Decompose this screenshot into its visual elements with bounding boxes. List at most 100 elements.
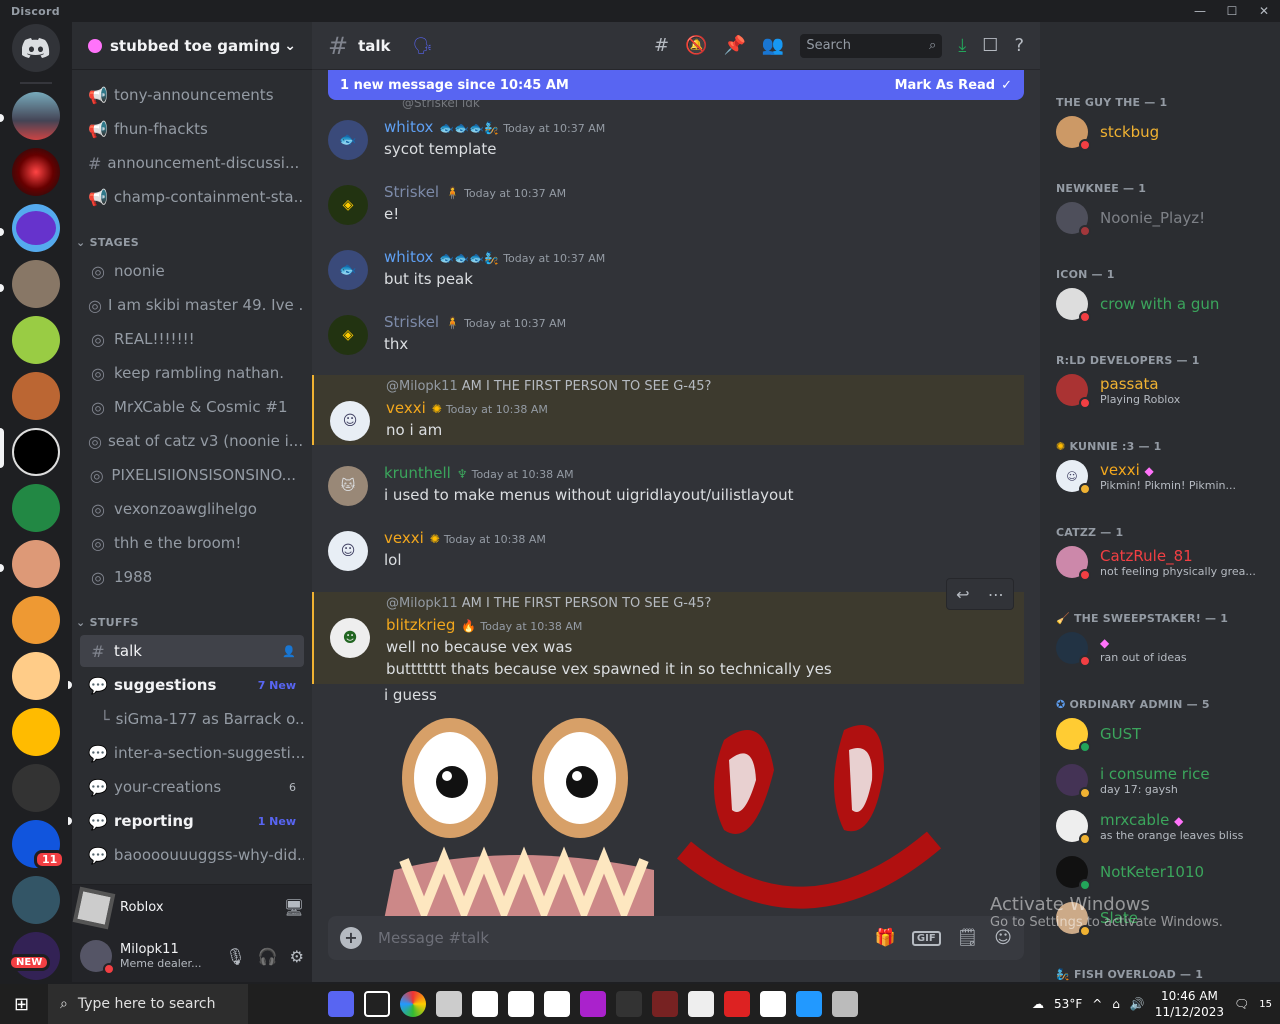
- member-item[interactable]: ◆ ran out of ideas: [1056, 626, 1272, 670]
- server-icon[interactable]: [12, 596, 60, 644]
- stage-channel[interactable]: ◎ REAL!!!!!!!: [80, 323, 304, 355]
- app-taskbar-icon[interactable]: [472, 991, 498, 1017]
- download-icon[interactable]: ⤓: [958, 35, 966, 56]
- reply-username[interactable]: @Milopk11: [386, 379, 458, 394]
- app-taskbar-icon[interactable]: [508, 991, 534, 1017]
- member-item[interactable]: GUST: [1056, 712, 1272, 756]
- forum-reporting[interactable]: 💬 reporting 1 New: [80, 805, 304, 837]
- member-item[interactable]: ☺ vexxi ◆ Pikmin! Pikmin! Pikmin...: [1056, 454, 1272, 498]
- stage-channel[interactable]: ◎ thh e the broom!: [80, 527, 304, 559]
- category-stuffs[interactable]: ⌄ STUFFS: [76, 616, 139, 629]
- app-taskbar-icon[interactable]: [364, 991, 390, 1017]
- member-item[interactable]: NotKeter1010: [1056, 850, 1272, 894]
- roblox-taskbar-icon[interactable]: [832, 991, 858, 1017]
- windows-start-icon[interactable]: ⊞: [14, 994, 29, 1015]
- member-item[interactable]: crow with a gun: [1056, 282, 1272, 326]
- notification-icon[interactable]: 🗨: [1234, 997, 1249, 1011]
- avatar[interactable]: ☺: [328, 531, 368, 571]
- server-icon[interactable]: [12, 316, 60, 364]
- member-item[interactable]: Noonie_Playz!: [1056, 196, 1272, 240]
- message-username[interactable]: vexxi: [386, 399, 426, 417]
- category-stages[interactable]: ⌄ STAGES: [76, 236, 139, 249]
- message-username[interactable]: krunthell: [384, 464, 451, 482]
- screen-share-icon[interactable]: 🖥: [284, 898, 304, 917]
- app-taskbar-icon[interactable]: [436, 991, 462, 1017]
- channel-champ-containment[interactable]: 📢 champ-containment-sta...: [80, 181, 304, 213]
- server-icon[interactable]: [12, 260, 60, 308]
- avatar[interactable]: 🐟: [328, 120, 368, 160]
- minimize-button[interactable]: —: [1184, 4, 1216, 18]
- avatar[interactable]: ◈: [328, 185, 368, 225]
- more-options-icon[interactable]: ⋯: [988, 585, 1004, 604]
- app-taskbar-icon[interactable]: [544, 991, 570, 1017]
- forum-your-creations[interactable]: 💬 your-creations 6: [80, 771, 304, 803]
- tray-chevron-icon[interactable]: ^: [1092, 997, 1102, 1011]
- message-username[interactable]: whitox: [384, 248, 433, 266]
- member-item[interactable]: i consume rice day 17: gaysh: [1056, 758, 1272, 802]
- stage-channel[interactable]: ◎ keep rambling nathan.: [80, 357, 304, 389]
- server-icon[interactable]: [12, 92, 60, 140]
- message-image[interactable]: [384, 710, 944, 920]
- gif-icon[interactable]: GIF: [911, 930, 941, 946]
- threads-icon[interactable]: #: [654, 35, 669, 56]
- new-messages-banner[interactable]: 1 new message since 10:45 AM Mark As Rea…: [328, 70, 1024, 100]
- channel-announcement-discussion[interactable]: # announcement-discussi...: [80, 147, 304, 179]
- stage-channel[interactable]: ◎ PIXELISIIONSISONSINO...: [80, 459, 304, 491]
- server-icon[interactable]: [12, 540, 60, 588]
- member-list-icon[interactable]: 👥: [762, 35, 784, 56]
- forum-baooouuuggss[interactable]: 💬 baoooouuuggss-why-did...: [80, 839, 304, 871]
- server-icon[interactable]: [12, 764, 60, 812]
- emoji-icon[interactable]: ☺: [994, 928, 1012, 948]
- notification-mute-icon[interactable]: 🔕: [685, 35, 707, 56]
- message-input[interactable]: Message #talk: [378, 929, 489, 947]
- mark-as-read-button[interactable]: Mark As Read: [895, 78, 996, 93]
- avatar[interactable]: ☺: [330, 401, 370, 441]
- channel-talk[interactable]: # talk 👤: [80, 635, 304, 667]
- forum-inter-a-section[interactable]: 💬 inter-a-section-suggesti...: [80, 737, 304, 769]
- member-item[interactable]: CatzRule_81 not feeling physically grea..…: [1056, 540, 1272, 584]
- activity-panel[interactable]: Roblox 🖥: [72, 884, 312, 930]
- sticker-icon[interactable]: 🗒: [957, 928, 979, 948]
- message-username[interactable]: Striskel: [384, 183, 439, 201]
- message-username[interactable]: Striskel: [384, 313, 439, 331]
- invite-icon[interactable]: 👤: [282, 645, 296, 658]
- message-username[interactable]: whitox: [384, 118, 433, 136]
- volume-icon[interactable]: 🔊: [1130, 997, 1145, 1011]
- avatar[interactable]: 🐟: [328, 250, 368, 290]
- server-icon[interactable]: [12, 148, 60, 196]
- pin-icon[interactable]: 📌: [723, 35, 745, 56]
- forum-suggestions[interactable]: 💬 suggestions 7 New: [80, 669, 304, 701]
- member-item[interactable]: mrxcable ◆ as the orange leaves bliss: [1056, 804, 1272, 848]
- reply-icon[interactable]: ↩: [956, 585, 969, 604]
- taskbar-search[interactable]: ⌕ Type here to search: [48, 984, 248, 1024]
- app-taskbar-icon[interactable]: [688, 991, 714, 1017]
- avatar[interactable]: ◈: [328, 315, 368, 355]
- headphones-icon[interactable]: 🎧: [258, 947, 278, 966]
- member-item[interactable]: stckbug: [1056, 110, 1272, 154]
- stage-channel[interactable]: ◎ I am skibi master 49. Ive ...: [80, 289, 304, 321]
- thread-item[interactable]: └ siGma-177 as Barrack o...: [80, 703, 304, 735]
- server-header[interactable]: stubbed toe gaming ⌄: [72, 22, 312, 70]
- search-input[interactable]: Search ⌕: [800, 33, 943, 58]
- chrome-taskbar-icon[interactable]: [400, 991, 426, 1017]
- app-taskbar-icon[interactable]: [652, 991, 678, 1017]
- inbox-icon[interactable]: ☐: [982, 35, 998, 56]
- server-icon[interactable]: [12, 652, 60, 700]
- server-icon-selected[interactable]: [12, 428, 60, 476]
- gift-icon[interactable]: 🎁: [875, 928, 896, 948]
- channel-fhun-fhackts[interactable]: 📢 fhun-fhackts: [80, 113, 304, 145]
- weather-icon[interactable]: ☁: [1032, 997, 1044, 1011]
- stage-channel[interactable]: ◎ MrXCable & Cosmic #1: [80, 391, 304, 423]
- app-taskbar-icon[interactable]: [796, 991, 822, 1017]
- help-icon[interactable]: ?: [1014, 35, 1024, 56]
- app-taskbar-icon[interactable]: [724, 991, 750, 1017]
- member-item[interactable]: passata Playing Roblox: [1056, 368, 1272, 412]
- server-icon[interactable]: [12, 204, 60, 252]
- app-taskbar-icon[interactable]: [580, 991, 606, 1017]
- avatar[interactable]: ☻: [330, 618, 370, 658]
- app-taskbar-icon[interactable]: [760, 991, 786, 1017]
- avatar[interactable]: 🐱: [328, 466, 368, 506]
- stage-channel[interactable]: ◎ vexonzoawglihelgo: [80, 493, 304, 525]
- add-attachment-icon[interactable]: +: [340, 927, 362, 949]
- discord-home-icon[interactable]: [12, 24, 60, 72]
